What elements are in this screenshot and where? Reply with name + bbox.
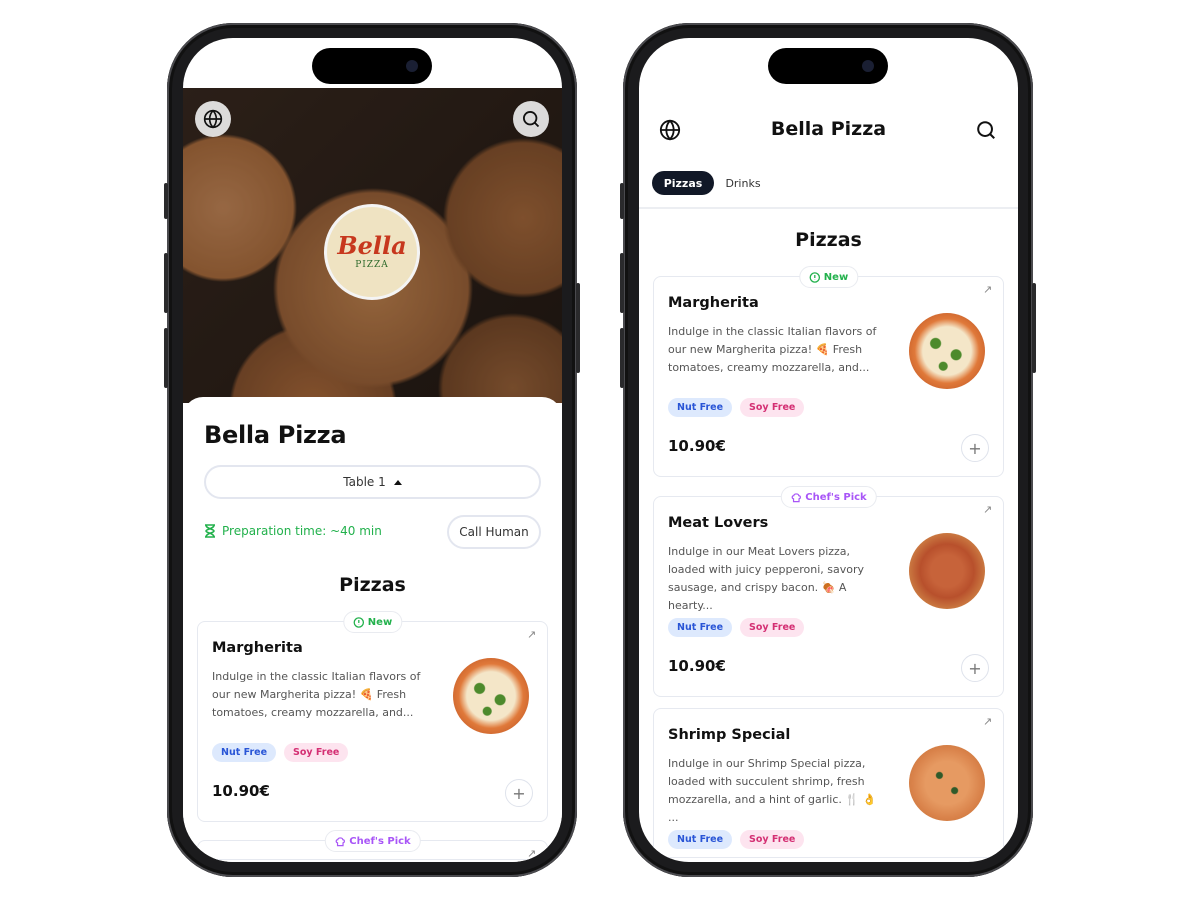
logo-word: PIZZA bbox=[355, 260, 389, 270]
preparation-time-text: Preparation time: ~40 min bbox=[222, 524, 382, 538]
tab-drinks[interactable]: Drinks bbox=[717, 171, 769, 195]
add-to-cart-button[interactable]: + bbox=[961, 654, 989, 682]
menu-item-card[interactable]: Chef's Pick ↗ Meat Lovers Indulge in our Me… bbox=[653, 486, 1004, 697]
dietary-tags: Nut Free Soy Free bbox=[668, 830, 805, 849]
dietary-tag: Soy Free bbox=[740, 618, 805, 637]
logo-script: Bella bbox=[337, 231, 407, 260]
dietary-tag: Soy Free bbox=[740, 398, 805, 417]
phone-frame-1: Bella PIZZA Bella Pizza Table 1 Preparat… bbox=[164, 23, 580, 877]
search-button[interactable] bbox=[513, 101, 549, 137]
dietary-tag: Soy Free bbox=[740, 830, 805, 849]
chef-hat-icon bbox=[791, 492, 801, 502]
item-price: 10.90€ bbox=[668, 437, 726, 455]
call-human-button[interactable]: Call Human bbox=[447, 515, 541, 549]
section-title: Pizzas bbox=[795, 229, 862, 251]
arrow-up-right-icon[interactable]: ↗ bbox=[983, 715, 992, 728]
arrow-up-right-icon[interactable]: ↗ bbox=[527, 847, 536, 860]
item-description: Indulge in our Meat Lovers pizza, loaded… bbox=[668, 545, 864, 612]
alert-circle-icon bbox=[353, 616, 364, 628]
add-to-cart-button[interactable]: + bbox=[505, 779, 533, 807]
arrow-up-right-icon[interactable]: ↗ bbox=[527, 628, 536, 641]
pizza-image bbox=[909, 313, 985, 389]
chef-badge: Chef's Pick bbox=[324, 830, 421, 852]
table-select[interactable]: Table 1 bbox=[204, 465, 541, 499]
pizza-image bbox=[909, 745, 985, 821]
section-title: Pizzas bbox=[339, 574, 406, 596]
dietary-tag: Nut Free bbox=[212, 743, 277, 762]
dietary-tags: Nut Free Soy Free bbox=[668, 398, 805, 417]
menu-item-card[interactable]: Chef's Pick ↗ bbox=[197, 830, 548, 860]
add-to-cart-button[interactable]: + bbox=[961, 434, 989, 462]
search-icon bbox=[523, 111, 540, 128]
dietary-tag: Nut Free bbox=[668, 398, 733, 417]
dietary-tag: Nut Free bbox=[668, 618, 733, 637]
hourglass-icon bbox=[205, 524, 215, 538]
badge-label: Chef's Pick bbox=[805, 491, 867, 503]
alert-circle-icon bbox=[809, 271, 820, 283]
badge-label: New bbox=[823, 271, 849, 283]
tab-pizzas[interactable]: Pizzas bbox=[652, 171, 714, 195]
globe-icon bbox=[203, 109, 223, 129]
dynamic-island bbox=[312, 48, 432, 84]
item-name: Meat Lovers bbox=[668, 515, 769, 531]
plus-icon: + bbox=[968, 438, 982, 458]
restaurant-logo: Bella PIZZA bbox=[324, 204, 420, 300]
item-description: Indulge in the classic Italian flavors o… bbox=[212, 670, 421, 719]
search-icon[interactable] bbox=[975, 119, 997, 141]
arrow-up-right-icon[interactable]: ↗ bbox=[983, 503, 992, 516]
item-description: Indulge in the classic Italian flavors o… bbox=[668, 325, 877, 374]
restaurant-title: Bella Pizza bbox=[204, 421, 347, 449]
preparation-time: Preparation time: ~40 min bbox=[204, 524, 382, 538]
dynamic-island bbox=[768, 48, 888, 84]
dietary-tag: Soy Free bbox=[284, 743, 349, 762]
screen-1: Bella PIZZA Bella Pizza Table 1 Preparat… bbox=[183, 38, 562, 862]
language-button[interactable] bbox=[195, 101, 231, 137]
badge-label: Chef's Pick bbox=[349, 835, 411, 847]
phone-frame-2: Bella Pizza Pizzas Drinks Pizzas New ↗ Mar… bbox=[620, 23, 1036, 877]
chef-badge: Chef's Pick bbox=[780, 486, 877, 508]
item-price: 10.90€ bbox=[212, 782, 270, 800]
table-select-value: Table 1 bbox=[343, 475, 386, 489]
item-description: Indulge in our Shrimp Special pizza, loa… bbox=[668, 757, 877, 824]
tabs-divider bbox=[639, 207, 1018, 209]
new-badge: New bbox=[798, 266, 859, 288]
item-price: 10.90€ bbox=[668, 657, 726, 675]
badge-label: New bbox=[367, 616, 393, 628]
new-badge: New bbox=[342, 611, 403, 633]
pizza-image bbox=[909, 533, 985, 609]
item-name: Margherita bbox=[212, 640, 303, 656]
menu-item-card[interactable]: New ↗ Margherita Indulge in the classic Ita… bbox=[653, 266, 1004, 477]
arrow-up-right-icon[interactable]: ↗ bbox=[983, 283, 992, 296]
dietary-tag: Nut Free bbox=[668, 830, 733, 849]
item-name: Shrimp Special bbox=[668, 727, 791, 743]
menu-item-card[interactable]: ↗ Shrimp Special Indulge in our Shrimp Spe… bbox=[653, 708, 1004, 858]
plus-icon: + bbox=[968, 658, 982, 678]
dietary-tags: Nut Free Soy Free bbox=[668, 618, 805, 637]
screen-2: Bella Pizza Pizzas Drinks Pizzas New ↗ Mar… bbox=[639, 38, 1018, 862]
item-name: Margherita bbox=[668, 295, 759, 311]
menu-item-card[interactable]: New ↗ Margherita Indulge in the classic Ita… bbox=[197, 611, 548, 822]
header-title: Bella Pizza bbox=[770, 118, 887, 140]
menu-sheet: Bella Pizza Table 1 Preparation time: ~4… bbox=[183, 397, 562, 862]
plus-icon: + bbox=[512, 783, 526, 803]
caret-up-icon bbox=[393, 479, 402, 485]
dietary-tags: Nut Free Soy Free bbox=[212, 743, 349, 762]
pizza-image bbox=[453, 658, 529, 734]
chef-hat-icon bbox=[335, 836, 345, 846]
